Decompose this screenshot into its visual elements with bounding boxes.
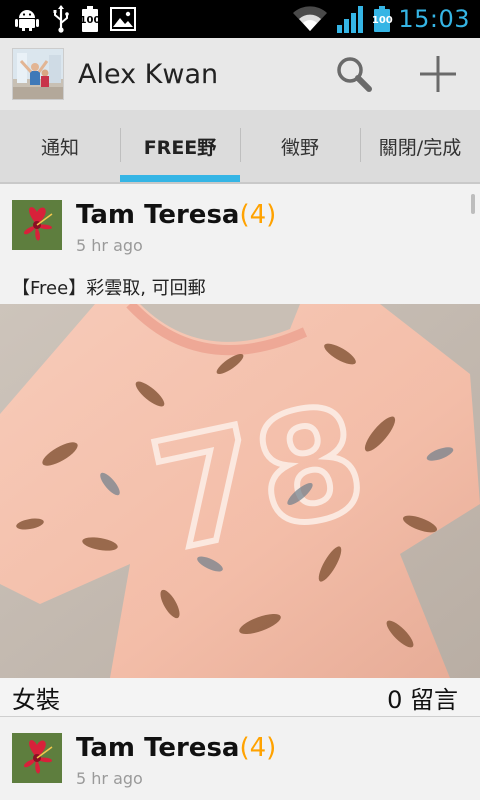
account-name: Alex Kwan [78, 58, 219, 90]
post-time: 5 hr ago [76, 769, 143, 788]
comment-count[interactable]: 0 留言 [387, 680, 458, 715]
post-card[interactable]: Tam Teresa(4) 5 hr ago [0, 717, 480, 800]
status-bar: 100 100 15:03 [0, 0, 480, 38]
action-bar: Alex Kwan [0, 38, 480, 110]
post-time: 5 hr ago [76, 236, 143, 255]
author-count: (4) [239, 733, 277, 763]
post-author: Tam Teresa(4) [76, 733, 276, 763]
post-author: Tam Teresa(4) [76, 200, 276, 230]
android-debug-icon [14, 6, 40, 32]
tab-free-items[interactable]: FREE野 [120, 110, 240, 182]
signal-icon [336, 5, 366, 33]
user-avatar[interactable] [12, 200, 62, 250]
add-button[interactable] [396, 38, 480, 110]
profile-avatar[interactable] [12, 48, 64, 100]
usb-icon [52, 5, 70, 33]
post-feed[interactable]: Tam Teresa(4) 5 hr ago 【Free】彩雲取, 可回郵 78… [0, 184, 480, 800]
battery-charging-icon: 100 [372, 6, 393, 32]
author-name: Tam Teresa [76, 200, 240, 230]
author-count: (4) [239, 200, 277, 230]
scrollbar-thumb[interactable] [471, 194, 475, 214]
tab-notifications[interactable]: 通知 [0, 110, 120, 182]
wifi-icon [292, 6, 328, 32]
user-avatar[interactable] [12, 733, 62, 783]
post-description: 【Free】彩雲取, 可回郵 [12, 278, 206, 299]
search-icon [337, 57, 372, 92]
post-card[interactable]: Tam Teresa(4) 5 hr ago 【Free】彩雲取, 可回郵 78… [0, 184, 480, 717]
clock: 15:03 [398, 5, 470, 33]
post-category: 女裝 [12, 685, 60, 714]
battery-icon: 100 [80, 6, 100, 32]
search-button[interactable] [312, 38, 396, 110]
post-photo[interactable]: 78 [0, 304, 480, 678]
author-name: Tam Teresa [76, 733, 240, 763]
add-icon [420, 56, 456, 92]
tab-closed[interactable]: 關閉/完成 [360, 110, 480, 182]
tab-bar: 通知 FREE野 徵野 關閉/完成 [0, 110, 480, 184]
tab-wanted[interactable]: 徵野 [240, 110, 360, 182]
image-icon [110, 7, 136, 31]
